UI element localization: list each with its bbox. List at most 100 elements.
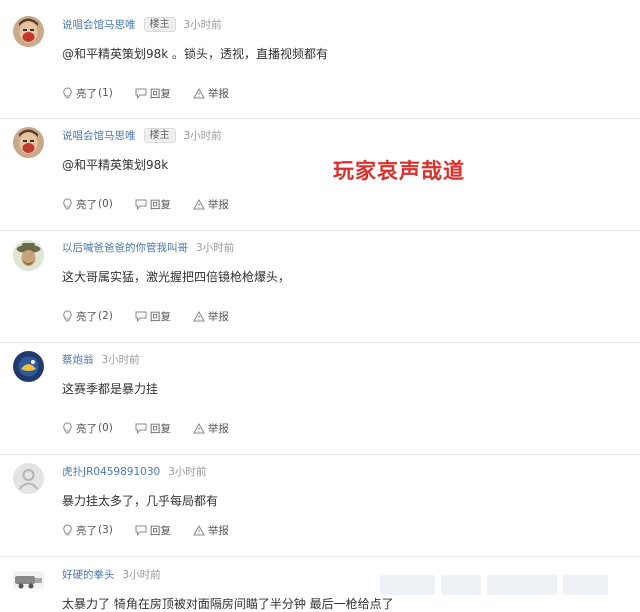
avatar-image [13, 351, 44, 382]
comment-text: 这赛季都是暴力挂 [62, 382, 159, 396]
reply-icon [135, 423, 147, 434]
lightbulb-icon [63, 198, 72, 210]
report-label: 举报 [207, 87, 229, 100]
comment-text: 暴力挂太多了，几乎每局都有 [62, 494, 219, 508]
username-link[interactable]: 虎扑JR0459891030 [62, 464, 160, 479]
reply-button[interactable]: 回复 [135, 421, 171, 436]
report-button[interactable]: 举报 [193, 86, 229, 101]
like-count: (0) [98, 422, 113, 434]
warning-icon [193, 198, 205, 209]
avatar[interactable] [13, 127, 44, 158]
default-avatar-icon [13, 463, 44, 494]
like-button[interactable]: 亮了 (0) [62, 421, 113, 436]
timestamp: 3小时前 [183, 18, 222, 31]
comment-meta: 虎扑JR0459891030 3小时前 [62, 463, 206, 479]
op-badge: 楼主 [143, 16, 176, 32]
comment-actions: 亮了 (0) 回复 举报 [62, 196, 251, 212]
comment-actions: 亮了 (1) 回复 举报 [62, 85, 251, 101]
report-button[interactable]: 举报 [193, 309, 229, 324]
warning-icon [193, 310, 205, 321]
like-button[interactable]: 亮了 (0) [62, 197, 113, 212]
lightbulb-icon [63, 524, 72, 536]
username-link[interactable]: 说唱会馆马思唯 [62, 17, 136, 32]
reply-label: 回复 [149, 524, 171, 537]
warning-icon [193, 87, 205, 98]
like-count: (2) [98, 310, 113, 322]
comment-meta: 好硬的拳头 3小时前 [62, 566, 161, 582]
reply-button[interactable]: 回复 [135, 523, 171, 538]
like-button[interactable]: 亮了 (1) [62, 86, 113, 101]
comment-actions: 亮了 (3) 回复 举报 [62, 522, 251, 538]
username-link[interactable]: 蔡炮翁 [62, 352, 94, 367]
timestamp: 3小时前 [168, 465, 207, 478]
comment-item: 以后喊爸爸爸的你管我叫哥 3小时前 这大哥属实猛，激光握把四倍镜枪枪爆头， 亮了… [0, 231, 640, 343]
username-link[interactable]: 好硬的拳头 [62, 567, 115, 582]
report-button[interactable]: 举报 [193, 523, 229, 538]
reply-button[interactable]: 回复 [135, 197, 171, 212]
overlay-caption: 玩家哀声哉道 [333, 159, 465, 183]
reply-label: 回复 [149, 422, 171, 435]
username-link[interactable]: 说唱会馆马思唯 [62, 128, 136, 143]
timestamp: 3小时前 [101, 353, 140, 366]
watermark-block [563, 575, 608, 595]
lightbulb-icon [63, 87, 72, 99]
avatar[interactable] [13, 16, 44, 47]
avatar[interactable] [13, 240, 44, 271]
comment-item: 说唱会馆马思唯 楼主 3小时前 @和平精英策划98k 。锁头，透视，直播视频都有… [0, 0, 640, 119]
comment-text: @和平精英策划98k [62, 158, 169, 172]
like-count: (0) [98, 198, 113, 210]
watermark [380, 570, 620, 600]
like-label: 亮了 [76, 198, 97, 211]
avatar-image [13, 240, 44, 271]
lightbulb-icon [63, 422, 72, 434]
avatar-image [13, 571, 44, 589]
comment-item: 说唱会馆马思唯 楼主 3小时前 @和平精英策划98k 亮了 (0) 回复 举报 [0, 119, 640, 231]
like-label: 亮了 [76, 422, 97, 435]
report-label: 举报 [207, 422, 229, 435]
comment-meta: 以后喊爸爸爸的你管我叫哥 3小时前 [62, 239, 234, 255]
timestamp: 3小时前 [196, 241, 235, 254]
avatar-image [13, 16, 44, 47]
report-label: 举报 [207, 524, 229, 537]
timestamp: 3小时前 [122, 568, 161, 581]
like-label: 亮了 [76, 310, 97, 323]
like-label: 亮了 [76, 524, 97, 537]
comment-meta: 说唱会馆马思唯 楼主 3小时前 [62, 16, 222, 32]
watermark-block [380, 575, 435, 595]
avatar[interactable] [13, 571, 44, 589]
reply-button[interactable]: 回复 [135, 309, 171, 324]
like-count: (1) [98, 87, 113, 99]
reply-label: 回复 [149, 198, 171, 211]
comment-item: 虎扑JR0459891030 3小时前 暴力挂太多了，几乎每局都有 亮了 (3) … [0, 455, 640, 557]
username-link[interactable]: 以后喊爸爸爸的你管我叫哥 [62, 240, 188, 255]
like-count: (3) [98, 524, 113, 536]
comment-text: 这大哥属实猛，激光握把四倍镜枪枪爆头， [62, 270, 291, 284]
comment-meta: 说唱会馆马思唯 楼主 3小时前 [62, 127, 222, 143]
comment-meta: 蔡炮翁 3小时前 [62, 351, 140, 367]
timestamp: 3小时前 [183, 129, 222, 142]
avatar[interactable] [13, 463, 44, 494]
like-label: 亮了 [76, 87, 97, 100]
watermark-block [487, 575, 557, 595]
reply-button[interactable]: 回复 [135, 86, 171, 101]
reply-icon [135, 88, 147, 99]
warning-icon [193, 422, 205, 433]
comment-text: 太暴力了 犄角在房顶被对面隔房间瞄了半分钟 最后一枪给点了 [62, 597, 394, 611]
like-button[interactable]: 亮了 (3) [62, 523, 113, 538]
report-label: 举报 [207, 198, 229, 211]
warning-icon [193, 524, 205, 535]
like-button[interactable]: 亮了 (2) [62, 309, 113, 324]
reply-label: 回复 [149, 87, 171, 100]
report-button[interactable]: 举报 [193, 197, 229, 212]
report-label: 举报 [207, 310, 229, 323]
reply-icon [135, 311, 147, 322]
reply-label: 回复 [149, 310, 171, 323]
op-badge: 楼主 [143, 127, 176, 143]
avatar[interactable] [13, 351, 44, 382]
avatar-image [13, 127, 44, 158]
comment-text: @和平精英策划98k 。锁头，透视，直播视频都有 [62, 47, 329, 61]
report-button[interactable]: 举报 [193, 421, 229, 436]
reply-icon [135, 199, 147, 210]
reply-icon [135, 525, 147, 536]
lightbulb-icon [63, 310, 72, 322]
